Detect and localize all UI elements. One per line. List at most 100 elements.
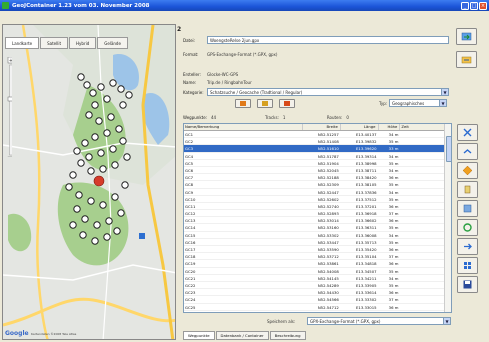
category-select[interactable]: Schatzsuche / Geocache (Tradtional / Reg… — [207, 88, 449, 96]
waypoint-marker-icon[interactable] — [83, 81, 91, 89]
table-row[interactable]: GC2 N52.51408 E13.39832 35 m — [184, 138, 451, 146]
waypoint-marker-icon[interactable] — [123, 153, 131, 161]
waypoint-marker-icon[interactable] — [111, 161, 119, 169]
table-row[interactable]: GC1 N52.51257 E13.40137 34 m — [184, 131, 451, 139]
scrollbar-thumb[interactable] — [445, 136, 451, 162]
waypoint-marker-icon[interactable] — [69, 171, 77, 179]
waypoint-marker-icon[interactable] — [121, 181, 129, 189]
waypoint-marker-icon[interactable] — [81, 215, 89, 223]
waypoint-marker-icon[interactable] — [109, 79, 117, 87]
selected-waypoint-marker[interactable] — [93, 175, 105, 187]
type-select[interactable]: Geographisches ▼ — [389, 99, 447, 107]
table-row[interactable]: GC12 N52.52893 E13.36918 37 m — [184, 210, 451, 218]
expand-button[interactable] — [457, 124, 478, 141]
forward-button[interactable] — [457, 238, 478, 255]
table-row[interactable]: GC8 N52.52309 E13.38105 35 m — [184, 181, 451, 189]
tab-terrain[interactable]: Gelände — [97, 37, 128, 49]
waypoint-table[interactable]: Name/Bemerkung Breite Länge Höhe Zeit GC… — [183, 123, 452, 313]
tab-satellite[interactable]: Satellit — [40, 37, 69, 49]
waypoint-marker-icon[interactable] — [73, 147, 81, 155]
waypoint-marker-icon[interactable] — [103, 129, 111, 137]
waypoint-marker-icon[interactable] — [109, 145, 117, 153]
waypoint-marker-icon[interactable] — [125, 91, 133, 99]
maximize-button[interactable]: □ — [470, 1, 478, 10]
waypoint-marker-icon[interactable] — [75, 191, 83, 199]
waypoint-marker-icon[interactable] — [91, 101, 99, 109]
waypoint-marker-icon[interactable] — [79, 231, 87, 239]
waypoint-marker-icon[interactable] — [65, 183, 73, 191]
chevron-down-icon[interactable]: ▼ — [443, 318, 450, 324]
table-row[interactable]: GC3 N52.51610 E13.39620 33 m — [184, 145, 451, 153]
table-row[interactable]: GC10 N52.52602 E13.37512 35 m — [184, 196, 451, 203]
waypoint-marker-icon[interactable] — [87, 197, 95, 205]
table-row[interactable]: GC15 N52.53302 E13.36008 34 m — [184, 232, 451, 239]
waypoint-marker-icon[interactable] — [81, 139, 89, 147]
title-bar[interactable]: GeoJContainer 1.23 vom 03. November 2008… — [0, 0, 489, 11]
table-row[interactable]: GC23 N52.54430 E13.33614 36 m — [184, 289, 451, 297]
chevron-down-icon[interactable]: ▼ — [441, 89, 448, 95]
table-row[interactable]: GC9 N52.52447 E13.37836 34 m — [184, 189, 451, 196]
table-row[interactable]: GC24 N52.54566 E13.33302 37 m — [184, 296, 451, 304]
save-format-select[interactable]: GPX-Exchange-Format (*.GPX, gpx) ▼ — [307, 317, 451, 325]
waypoint-marker-icon[interactable] — [91, 133, 99, 141]
chevron-down-icon[interactable]: ▼ — [439, 100, 446, 106]
waypoint-marker-icon[interactable] — [103, 95, 111, 103]
file-name-field[interactable]: WoengsteRelse 2jun.gpx — [207, 36, 449, 44]
waypoint-marker-icon[interactable] — [97, 83, 105, 91]
table-row[interactable]: GC7 N52.52188 E13.38420 36 m — [184, 174, 451, 182]
tab-waypoints[interactable]: Wegpunkte — [183, 331, 215, 340]
load-file-button[interactable] — [456, 51, 477, 68]
waypoint-marker-icon[interactable] — [85, 111, 93, 119]
table-row[interactable]: GC20 N52.54008 E13.34507 35 m — [184, 268, 451, 275]
column-elevation[interactable]: Höhe — [379, 124, 401, 130]
waypoint-marker-icon[interactable] — [95, 117, 103, 125]
tab-hybrid[interactable]: Hybrid — [69, 37, 97, 49]
waypoint-marker-icon[interactable] — [103, 233, 111, 241]
waypoint-marker-icon[interactable] — [115, 125, 123, 133]
waypoint-marker-icon[interactable] — [111, 193, 119, 201]
tab-database[interactable]: Datenbank / Container — [215, 331, 269, 340]
edit-button[interactable] — [257, 99, 273, 108]
delete-button[interactable] — [279, 99, 295, 108]
list-button[interactable] — [457, 200, 478, 217]
save-button[interactable] — [457, 276, 478, 293]
collapse-button[interactable] — [457, 143, 478, 160]
minimize-button[interactable]: _ — [461, 1, 469, 10]
refresh-button[interactable] — [457, 219, 478, 236]
waypoint-marker-icon[interactable] — [77, 73, 85, 81]
waypoint-marker-icon[interactable] — [93, 221, 101, 229]
table-row[interactable]: GC5 N52.51904 E13.38998 35 m — [184, 160, 451, 167]
grid-button[interactable] — [457, 257, 478, 274]
table-row[interactable]: GC6 N52.52045 E13.38711 34 m — [184, 167, 451, 175]
column-longitude[interactable]: Länge — [341, 124, 379, 130]
splitter-handle[interactable]: 2 — [177, 26, 181, 33]
waypoint-marker-icon[interactable] — [117, 85, 125, 93]
table-row[interactable]: GC19 N52.53861 E13.34818 36 m — [184, 260, 451, 268]
waypoint-marker-icon[interactable] — [99, 201, 107, 209]
table-row[interactable]: GC25 N52.54712 E13.33015 36 m — [184, 304, 451, 311]
waypoint-marker-icon[interactable] — [87, 167, 95, 175]
waypoint-marker-icon[interactable] — [69, 221, 77, 229]
tab-description[interactable]: Beschreibung — [269, 331, 306, 340]
map-view[interactable]: Landkarte Satellit Hybrid Gelände + - Go… — [2, 24, 176, 340]
table-row[interactable]: GC21 N52.54145 E13.34211 34 m — [184, 275, 451, 282]
table-row[interactable]: GC16 N52.53447 E13.35713 35 m — [184, 239, 451, 246]
tag-button[interactable] — [457, 181, 478, 198]
waypoint-marker-icon[interactable] — [91, 237, 99, 245]
table-row[interactable]: GC11 N52.52740 E13.37201 36 m — [184, 203, 451, 211]
waypoint-marker-icon[interactable] — [77, 159, 85, 167]
waypoint-marker-icon[interactable] — [119, 101, 127, 109]
waypoint-marker-icon[interactable] — [107, 113, 115, 121]
column-latitude[interactable]: Breite — [303, 124, 341, 130]
open-file-button[interactable] — [456, 28, 477, 45]
zoom-slider[interactable]: + - — [7, 57, 12, 157]
export-button[interactable] — [235, 99, 251, 108]
waypoint-marker-icon[interactable] — [105, 217, 113, 225]
waypoint-marker-icon[interactable] — [97, 149, 105, 157]
waypoint-marker-icon[interactable] — [117, 209, 125, 217]
waypoint-marker-icon[interactable] — [73, 205, 81, 213]
table-row[interactable]: GC14 N52.53160 E13.36311 35 m — [184, 224, 451, 232]
tab-map[interactable]: Landkarte — [5, 37, 40, 49]
column-name[interactable]: Name/Bemerkung — [184, 124, 304, 130]
table-scrollbar[interactable] — [444, 124, 451, 312]
